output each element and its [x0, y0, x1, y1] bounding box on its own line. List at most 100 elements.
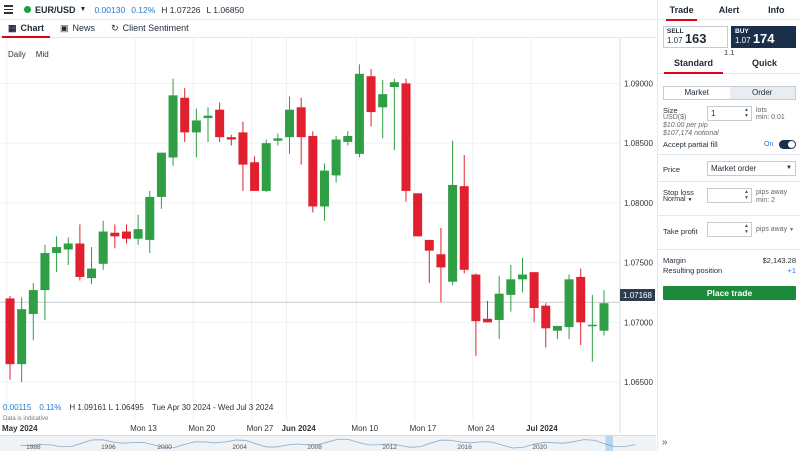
lots-label: lots: [756, 107, 767, 114]
x-tick-label: Jul 2024: [526, 424, 558, 433]
mode-tab-bar: Standard Quick: [658, 58, 800, 74]
candle-up: [145, 196, 155, 240]
double-chevron-right-icon[interactable]: »: [662, 437, 668, 448]
tab-standard[interactable]: Standard: [658, 58, 729, 74]
candle-up: [378, 94, 388, 108]
sell-price-pips: 163: [684, 31, 707, 46]
tab-quick[interactable]: Quick: [729, 58, 800, 73]
candle-up: [273, 138, 283, 141]
news-icon: ▣: [60, 22, 69, 33]
candle-up: [261, 143, 271, 191]
buy-price-pips: 174: [752, 31, 775, 46]
spread-value: 1.1: [724, 48, 735, 57]
candle-down: [541, 305, 551, 329]
candle-up: [28, 290, 38, 314]
candle-up: [133, 229, 143, 239]
instrument-symbol[interactable]: EUR/USD: [35, 5, 76, 15]
sell-button[interactable]: SELL 1.07 163: [663, 26, 728, 48]
y-tick-label: 1.08000: [624, 199, 653, 208]
partial-fill-label: Accept partial fill: [663, 140, 718, 149]
notional-value: $107,174 notional: [663, 130, 719, 137]
y-tick-label: 1.09000: [624, 79, 653, 88]
price-select[interactable]: Market order ▼: [707, 161, 796, 176]
buy-button[interactable]: BUY 1.07 174: [731, 26, 796, 48]
take-profit-label: Take profit: [663, 227, 698, 236]
navigator-year-label: 2020: [532, 444, 547, 451]
interval-daily-button[interactable]: Daily: [8, 50, 26, 59]
chart-area[interactable]: 1.09000 1.08500 1.08000 1.07500 1.07000 1.065…: [0, 38, 656, 451]
candle-down: [308, 135, 318, 207]
daily-change: 0.00130: [94, 4, 126, 15]
stop-type-select[interactable]: Normal ▼: [663, 196, 692, 203]
stepper-icon[interactable]: ▲ ▼: [744, 223, 749, 235]
timeline-navigator[interactable]: 1988 1996 2000 2004 2008 2012 2016 2020: [0, 435, 656, 451]
divider: [658, 215, 800, 216]
tab-trade[interactable]: Trade: [658, 0, 705, 21]
candle-up: [319, 170, 329, 207]
navigator-window-handle[interactable]: [605, 436, 614, 451]
x-tick-label: Mon 20: [188, 424, 215, 433]
divider: [658, 181, 800, 182]
chevron-down-icon[interactable]: ▼: [80, 6, 87, 13]
tab-chart[interactable]: ▦ Chart: [0, 19, 52, 38]
chart-icon: ▦: [8, 22, 17, 33]
candle-up: [599, 303, 609, 331]
daily-change-percent: 0.12%: [131, 4, 156, 15]
take-profit-input[interactable]: ▲ ▼: [707, 222, 752, 237]
partial-fill-toggle[interactable]: [779, 140, 796, 149]
candle-down: [238, 132, 248, 165]
panel-tab-bar: Trade Alert Info: [658, 0, 800, 21]
chevron-down-icon: ▼: [789, 227, 795, 233]
chevron-down-icon: ▼: [786, 165, 792, 171]
y-tick-label: 1.07500: [624, 259, 653, 268]
order-type-order[interactable]: Order: [729, 87, 795, 99]
navigator-year-label: 2000: [157, 444, 172, 451]
candle-down: [436, 254, 446, 268]
order-type-market[interactable]: Market: [664, 87, 730, 99]
tab-client-sentiment[interactable]: ↻ Client Sentiment: [103, 19, 197, 37]
menu-icon[interactable]: [4, 5, 20, 14]
candle-down: [121, 231, 131, 239]
stepper-icon[interactable]: ▲ ▼: [744, 189, 749, 201]
candlestick-chart[interactable]: 1.09000 1.08500 1.08000 1.07500 1.07000 1.065…: [0, 38, 656, 451]
tab-news[interactable]: ▣ News: [52, 19, 103, 37]
daily-low: L 1.06850: [206, 4, 245, 15]
price-type-mid-button[interactable]: Mid: [36, 50, 49, 59]
navigator-year-label: 2004: [232, 444, 247, 451]
price-label: Price: [663, 165, 681, 174]
candle-up: [40, 253, 50, 291]
candle-down: [110, 232, 120, 237]
deal-buttons: SELL 1.07 163 BUY 1.07 174: [663, 26, 796, 48]
candle-down: [296, 107, 306, 138]
tab-info[interactable]: Info: [753, 0, 800, 20]
candle-up: [389, 82, 399, 87]
candle-down: [5, 298, 15, 365]
navigator-year-label: 1988: [26, 444, 41, 451]
size-input[interactable]: 1 ▲ ▼: [707, 106, 752, 121]
range-dates: Tue Apr 30 2024 - Wed Jul 3 2024: [151, 403, 274, 412]
candle-down: [366, 76, 376, 113]
range-high-low: H 1.09161 L 1.06495: [69, 403, 144, 412]
candle-up: [552, 325, 562, 331]
y-tick-label: 1.08500: [624, 139, 653, 148]
candle-down: [215, 109, 225, 138]
candle-up: [494, 293, 504, 320]
sell-price-prefix: 1.07: [667, 36, 683, 45]
candle-down: [424, 239, 434, 251]
price-select-value: Market order: [711, 164, 757, 173]
candle-up: [331, 139, 341, 176]
last-price-marker: 1.07168: [620, 289, 655, 301]
stop-loss-min: min: 2: [756, 197, 776, 204]
x-tick-label: May 2024: [2, 424, 38, 433]
chart-tab-bar: ▦ Chart ▣ News ↻ Client Sentiment: [0, 20, 656, 38]
resulting-position-value: +1: [787, 266, 796, 275]
partial-fill-state: On: [764, 141, 774, 148]
place-trade-button[interactable]: Place trade: [663, 286, 796, 300]
stepper-icon[interactable]: ▲ ▼: [744, 107, 749, 119]
tab-alert[interactable]: Alert: [705, 0, 752, 20]
per-pip-value: $10.00 per pip: [663, 122, 708, 129]
stop-loss-input[interactable]: ▲ ▼: [707, 188, 752, 203]
candle-up: [343, 135, 353, 142]
interval-selector: Daily Mid: [8, 50, 49, 59]
take-profit-unit-select[interactable]: pips away ▼: [756, 226, 794, 233]
